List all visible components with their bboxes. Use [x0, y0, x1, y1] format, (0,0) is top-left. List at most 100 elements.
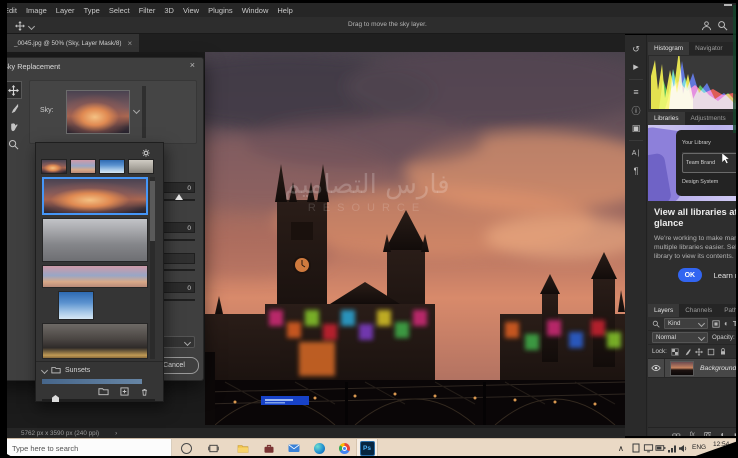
sky-preset-storm[interactable]: [42, 323, 148, 359]
lock-transparency-icon[interactable]: [671, 348, 679, 356]
menu-layer[interactable]: Layer: [56, 6, 75, 15]
search-input[interactable]: [2, 443, 164, 454]
menu-plugins[interactable]: Plugins: [208, 6, 233, 15]
tray-battery-icon[interactable]: [654, 442, 666, 454]
tray-document-icon[interactable]: [630, 442, 642, 454]
search-icon[interactable]: [717, 20, 728, 31]
minimize-button[interactable]: [724, 4, 732, 6]
chevron-down-icon: [698, 320, 705, 327]
tab-adjustments[interactable]: Adjustments: [685, 112, 732, 125]
file-explorer-button[interactable]: [237, 442, 249, 454]
sky-preview-thumbnail[interactable]: [66, 90, 130, 134]
tab-libraries[interactable]: Libraries: [648, 112, 685, 125]
layer-visibility-toggle[interactable]: [648, 359, 665, 377]
filter-adjustment-icon[interactable]: ◐: [724, 319, 729, 328]
layers-blend-row: Normal Opacity:: [648, 331, 736, 345]
document-tab[interactable]: _0045.jpg @ 50% (Sky, Layer Mask/8) ×: [7, 34, 139, 52]
menu-type[interactable]: Type: [84, 6, 100, 15]
tab-layers[interactable]: Layers: [648, 304, 679, 317]
language-indicator[interactable]: ENG: [692, 444, 706, 451]
history-panel-icon[interactable]: ↺: [625, 40, 647, 58]
lock-all-icon[interactable]: [719, 347, 727, 356]
task-view-button[interactable]: [207, 442, 219, 454]
menu-image[interactable]: Image: [26, 6, 47, 15]
folder-thumb-blue-skies[interactable]: [99, 159, 125, 174]
link-layers-icon[interactable]: [672, 431, 681, 436]
status-expander-icon[interactable]: ›: [115, 430, 117, 437]
gear-icon[interactable]: [141, 148, 151, 158]
scrollbar-thumb[interactable]: [150, 181, 155, 241]
sky-preset-pink-clouds[interactable]: [42, 265, 148, 287]
edge-button[interactable]: [313, 442, 325, 454]
ok-button[interactable]: OK: [678, 268, 702, 282]
sky-move-tool[interactable]: [5, 82, 21, 98]
new-folder-icon[interactable]: [98, 387, 109, 396]
tool-preset-icon[interactable]: [15, 21, 34, 31]
sky-dropdown-icon[interactable]: [133, 107, 140, 114]
tab-channels[interactable]: Channels: [679, 304, 718, 317]
mail-button[interactable]: [288, 442, 300, 454]
actions-panel-icon[interactable]: ▶: [625, 58, 647, 76]
expand-chevron-icon: [41, 366, 48, 373]
menu-filter[interactable]: Filter: [139, 6, 156, 15]
library-row-design-system: Design System: [682, 173, 736, 191]
folder-thumb-sunsets[interactable]: [41, 159, 67, 174]
layer-thumbnail[interactable]: [670, 361, 694, 376]
dialog-toolbar: [5, 82, 21, 152]
sky-preset-blue-sky[interactable]: [58, 291, 94, 320]
blend-mode-dropdown[interactable]: Normal: [652, 332, 708, 343]
lock-paint-icon[interactable]: [683, 348, 691, 356]
share-icon[interactable]: [701, 20, 712, 31]
tab-histogram[interactable]: Histogram: [648, 42, 689, 55]
filter-kind-dropdown[interactable]: Kind: [664, 318, 708, 329]
chrome-button[interactable]: [338, 442, 350, 454]
menu-window[interactable]: Window: [242, 6, 269, 15]
next-group-thumbnail-sliver: [42, 379, 142, 384]
scrollbar[interactable]: [142, 86, 146, 138]
briefcase-app-button[interactable]: [263, 442, 275, 454]
menu-3d[interactable]: 3D: [164, 6, 174, 15]
info-panel-icon[interactable]: ⓘ: [625, 101, 647, 119]
sky-brush-tool[interactable]: [5, 100, 21, 116]
photoshop-taskbar-button[interactable]: Ps: [356, 439, 378, 457]
paragraph-panel-icon[interactable]: ¶: [625, 162, 647, 180]
delete-sky-icon[interactable]: [140, 387, 149, 396]
sky-preset-sunset-selected[interactable]: [42, 177, 148, 215]
sky-group-row[interactable]: Sunsets: [42, 363, 90, 377]
taskbar-search-box[interactable]: [2, 439, 172, 457]
layer-row-background[interactable]: Background: [648, 359, 736, 378]
thumbnail-size-thumb[interactable]: [52, 395, 59, 402]
add-sky-icon[interactable]: [120, 387, 129, 396]
add-adjustment-icon[interactable]: ◐: [720, 430, 725, 436]
add-mask-icon[interactable]: [704, 431, 712, 436]
cortana-button[interactable]: [180, 442, 192, 454]
menu-help[interactable]: Help: [277, 6, 292, 15]
tray-display-icon[interactable]: [642, 442, 654, 454]
character-panel-icon[interactable]: A|: [625, 144, 647, 162]
slider-thumb-1[interactable]: [175, 194, 183, 200]
scrollbar[interactable]: [150, 177, 155, 359]
filter-pixel-icon[interactable]: [712, 320, 720, 328]
tab-close-icon[interactable]: ×: [127, 39, 132, 48]
lock-position-icon[interactable]: [695, 348, 703, 356]
menu-select[interactable]: Select: [109, 6, 130, 15]
hand-tool[interactable]: [5, 118, 21, 134]
sky-preset-overcast[interactable]: [42, 218, 148, 262]
library-row-label: Team Brand: [686, 160, 715, 166]
menu-view[interactable]: View: [183, 6, 199, 15]
dialog-close-icon[interactable]: ×: [190, 60, 195, 70]
zoom-tool[interactable]: [5, 136, 21, 152]
properties-panel-icon[interactable]: ≡: [625, 83, 647, 101]
tray-volume-icon[interactable]: [677, 442, 689, 454]
folder-thumb-spectacular[interactable]: [128, 159, 154, 174]
document-canvas[interactable]: فارس التصاميم RESOURCE: [205, 52, 625, 425]
layer-effects-icon[interactable]: fx: [690, 431, 695, 436]
lock-artboard-icon[interactable]: [707, 348, 715, 356]
layers-lock-row: Lock:: [648, 345, 736, 359]
tray-expand-icon[interactable]: ∧: [618, 444, 624, 453]
folder-thumb-colorful[interactable]: [70, 159, 96, 174]
tab-paths[interactable]: Paths: [718, 304, 736, 317]
clone-source-panel-icon[interactable]: ▣: [625, 119, 647, 137]
learn-more-link[interactable]: Learn more: [714, 271, 736, 280]
tab-navigator[interactable]: Navigator: [689, 42, 728, 55]
